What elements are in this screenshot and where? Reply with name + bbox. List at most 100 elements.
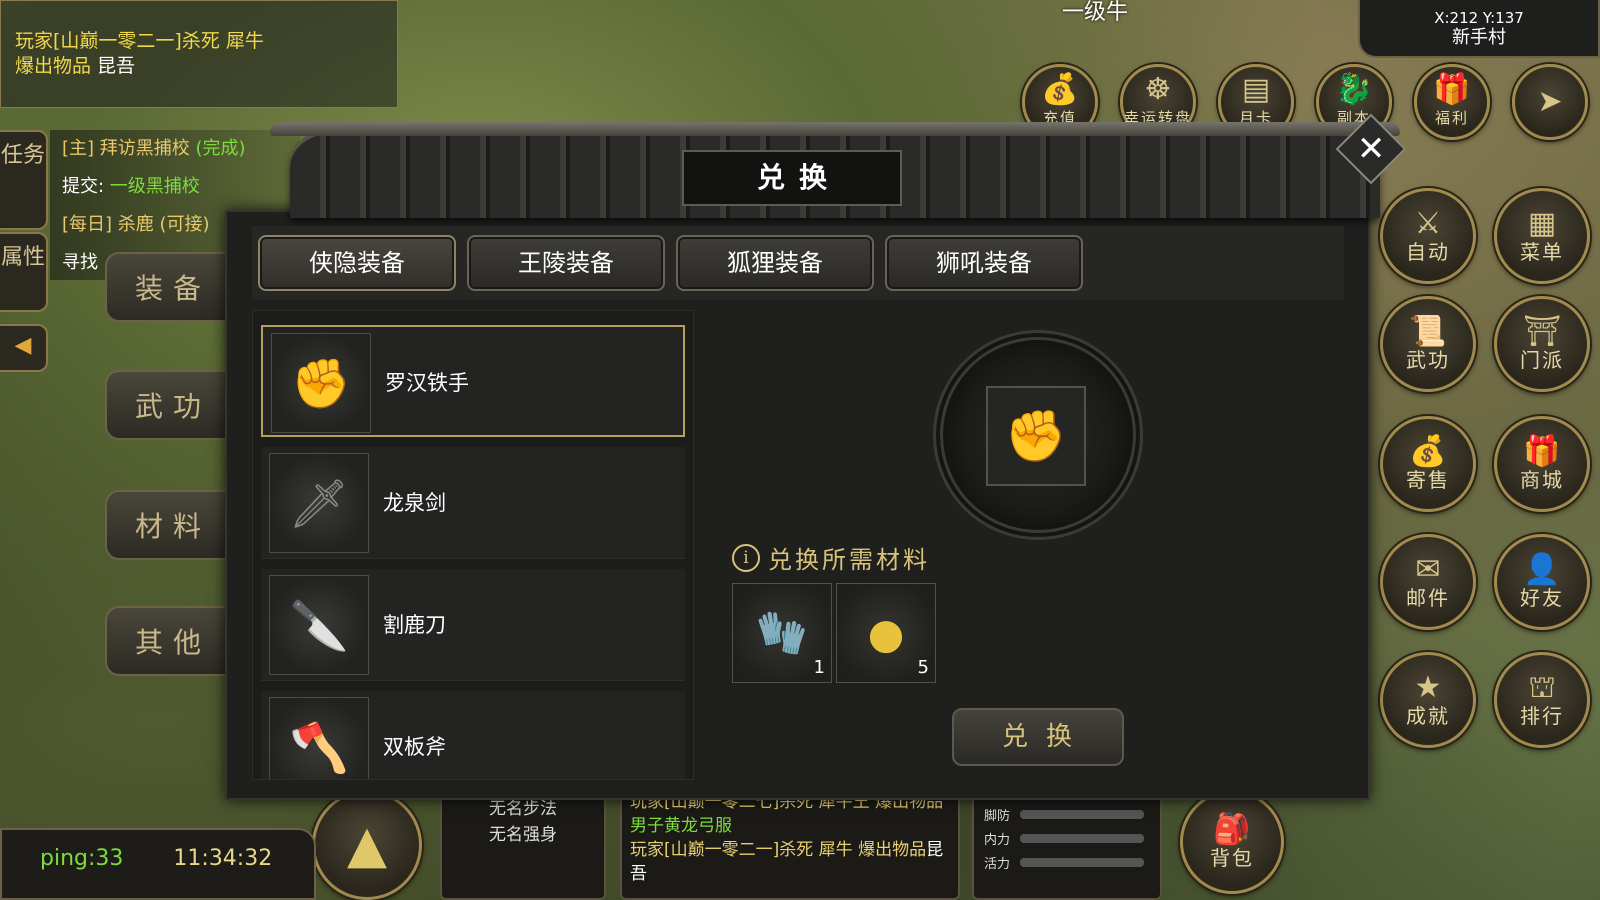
- info-icon: i: [732, 543, 760, 572]
- material-slot[interactable]: 🧤 1: [732, 583, 832, 683]
- mail-icon: ✉: [1415, 552, 1441, 587]
- coin-icon: ●: [867, 608, 905, 658]
- gauntlet-icon: ✊: [291, 355, 351, 412]
- wheel-icon: ☸: [1144, 72, 1172, 107]
- monster-name-label: 一级牛: [1062, 0, 1129, 25]
- collapse-arrow-button[interactable]: ◀: [0, 324, 48, 372]
- sect-button[interactable]: ⛩ 门派: [1494, 296, 1590, 392]
- tab-xiayin-equipment[interactable]: 侠隐装备: [258, 235, 456, 291]
- mail-button[interactable]: ✉ 邮件: [1380, 534, 1476, 630]
- dialog-title: 兑换: [682, 150, 902, 206]
- item-slot: 🪓: [269, 697, 369, 779]
- add-friend-icon: 👤: [1523, 552, 1561, 587]
- list-item[interactable]: ✊ 罗汉铁手: [261, 325, 685, 437]
- achievement-button[interactable]: ★ 成就: [1380, 652, 1476, 748]
- card-icon: ▤: [1241, 72, 1271, 107]
- friends-button[interactable]: 👤 好友: [1494, 534, 1590, 630]
- material-count: 1: [813, 657, 825, 678]
- stat-label: 脚防: [984, 808, 1011, 824]
- item-name: 割鹿刀: [383, 613, 446, 637]
- ping-readout: ping:33: [40, 846, 124, 871]
- category-martial-button[interactable]: 武功: [105, 370, 235, 440]
- backpack-icon: 🎒: [1213, 812, 1251, 847]
- money-bag-icon: 💰: [1041, 72, 1079, 107]
- scroll-icon: 📜: [1409, 314, 1447, 349]
- auto-battle-label: 自动: [1406, 240, 1450, 264]
- category-material-button[interactable]: 材料: [105, 490, 235, 560]
- tab-wangling-equipment[interactable]: 王陵装备: [467, 235, 665, 291]
- system-message-box: 玩家[山巅一零二一]杀死 犀牛 爆出物品 昆吾: [0, 0, 398, 108]
- ranking-label: 排行: [1520, 704, 1564, 728]
- bag-label: 背包: [1210, 846, 1254, 870]
- consignment-button[interactable]: 💰 寄售: [1380, 416, 1476, 512]
- list-item[interactable]: 🗡 龙泉剑: [261, 447, 685, 559]
- list-item[interactable]: 🪓 双板斧: [261, 691, 685, 779]
- dialog-roof-edge: [270, 122, 1400, 136]
- item-slot: 🗡: [269, 453, 369, 553]
- tab-attributes[interactable]: 属性: [0, 232, 48, 312]
- stat-row: 活力: [984, 850, 1160, 874]
- coordinates-readout: X:212 Y:137: [1434, 9, 1524, 27]
- tab-huli-equipment[interactable]: 狐狸装备: [676, 235, 874, 291]
- achievement-label: 成就: [1406, 704, 1450, 728]
- item-slot: ✊: [271, 333, 371, 433]
- item-name: 龙泉剑: [383, 491, 446, 515]
- glove-icon: 🧤: [755, 608, 809, 657]
- gift-icon: 🎁: [1523, 434, 1561, 469]
- quest-main[interactable]: [主] 拜访黑捕校 (完成): [62, 130, 300, 168]
- menu-button[interactable]: ▦ 菜单: [1494, 188, 1590, 284]
- system-message-line2: 爆出物品 昆吾: [15, 54, 383, 79]
- star-icon: ★: [1414, 670, 1442, 705]
- ranking-button[interactable]: ⛫ 排行: [1494, 652, 1590, 748]
- tab-shihou-equipment[interactable]: 狮吼装备: [885, 235, 1083, 291]
- shop-button[interactable]: 🎁 商城: [1494, 416, 1590, 512]
- stat-label: 活力: [984, 856, 1011, 872]
- sword-icon: 🗡: [288, 475, 350, 532]
- system-message-item: 昆吾: [97, 55, 136, 77]
- category-equipment-button[interactable]: 装备: [105, 252, 235, 322]
- welfare-button[interactable]: 🎁 福利: [1414, 64, 1490, 140]
- chat-log[interactable]: 玩家[山巅一零二七]杀死 犀牛王 爆出物品 男子黄龙弓服 玩家[山巅一零二一]杀…: [620, 790, 960, 900]
- bag-button[interactable]: 🎒 背包: [1180, 790, 1284, 894]
- auto-battle-button[interactable]: ⚔ 自动: [1380, 188, 1476, 284]
- exchange-button[interactable]: 兑换: [952, 708, 1124, 766]
- material-count: 5: [917, 657, 929, 678]
- blade-icon: 🔪: [289, 597, 349, 654]
- material-slot[interactable]: ● 5: [836, 583, 936, 683]
- dragon-icon: 🐉: [1335, 72, 1373, 107]
- chat-line: 玩家[山巅一零二一]杀死 犀牛 爆出物品昆吾: [630, 838, 960, 886]
- stat-row: 脚防: [984, 802, 1160, 826]
- consignment-label: 寄售: [1406, 468, 1450, 492]
- chat-line: 男子黄龙弓服: [630, 816, 732, 836]
- preview-item-slot[interactable]: ✊: [986, 386, 1086, 486]
- grid-icon: ▦: [1527, 206, 1557, 241]
- category-other-button[interactable]: 其他: [105, 606, 235, 676]
- expand-button[interactable]: ➤: [1512, 64, 1588, 140]
- pavilion-icon: ⛫: [1528, 670, 1556, 705]
- item-slot: 🔪: [269, 575, 369, 675]
- list-item[interactable]: 🔪 割鹿刀: [261, 569, 685, 681]
- jump-button[interactable]: ▲: [312, 790, 422, 900]
- arrow-left-icon: ◀: [14, 333, 32, 358]
- arrow-up-icon: ▲: [347, 815, 387, 875]
- shop-label: 商城: [1520, 468, 1564, 492]
- skill-panel: 无名步法 无名强身: [440, 790, 606, 900]
- tab-task[interactable]: 任务: [0, 130, 48, 230]
- quest-submit-label: 提交:: [62, 176, 110, 197]
- mail-label: 邮件: [1406, 586, 1450, 610]
- system-message-line1: 玩家[山巅一零二一]杀死 犀牛: [15, 30, 264, 52]
- map-name: 新手村: [1452, 27, 1506, 48]
- stats-panel: 脚防 内力 活力: [972, 790, 1162, 900]
- stat-bar: [1020, 833, 1145, 843]
- martial-arts-button[interactable]: 📜 武功: [1380, 296, 1476, 392]
- money-bag-icon: 💰: [1409, 434, 1447, 469]
- quest-submit[interactable]: 提交: 一级黑捕校: [62, 168, 300, 206]
- system-message-prefix: 爆出物品: [15, 55, 98, 77]
- welfare-label: 福利: [1434, 109, 1469, 127]
- minimap-coords[interactable]: X:212 Y:137 新手村: [1358, 0, 1600, 58]
- stat-bar: [1020, 857, 1145, 867]
- skill-item[interactable]: 无名强身: [442, 822, 604, 848]
- chat-line-text: 玩家[山巅一零二一]杀死 犀牛 爆出物品: [630, 840, 927, 860]
- play-arrow-icon: ➤: [1537, 84, 1563, 119]
- item-list[interactable]: ✊ 罗汉铁手 🗡 龙泉剑 🔪 割鹿刀 🪓 双板斧: [252, 310, 694, 780]
